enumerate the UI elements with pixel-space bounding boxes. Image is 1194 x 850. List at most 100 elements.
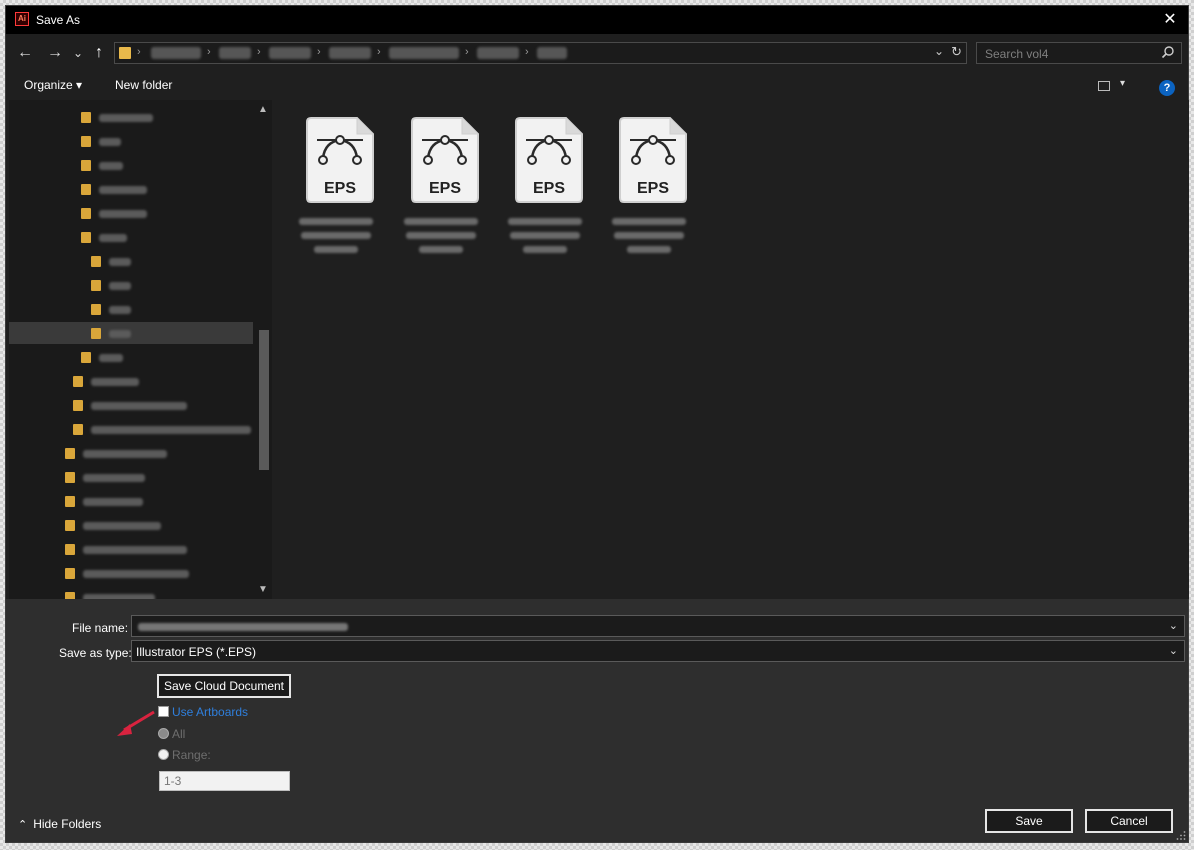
use-artboards-checkbox[interactable] [158,706,169,717]
folder-icon [81,136,91,147]
close-icon[interactable]: ✕ [1160,10,1180,30]
tree-item[interactable] [9,442,253,464]
tree-item[interactable] [9,586,253,599]
breadcrumb-separator-icon: › [465,46,469,58]
breadcrumb-item[interactable] [537,47,567,59]
chevron-down-icon[interactable]: ⌄ [1169,644,1178,657]
address-dropdown-icon[interactable]: ⌄ [934,44,944,58]
folder-icon [81,184,91,195]
tree-item[interactable] [9,106,253,128]
navigation-bar: ← → ⌄ ↑ › › › › › › › ⌄ ↻ Search vol4 [6,40,1188,66]
breadcrumb-separator-icon: › [377,46,381,58]
new-folder-button[interactable]: New folder [115,78,172,92]
view-dropdown-icon[interactable]: ▾ [1120,78,1125,89]
folder-icon [119,47,131,59]
file-type-label: EPS [428,180,461,197]
file-item[interactable]: EPS [396,110,486,260]
tree-item[interactable] [9,202,253,224]
breadcrumb-separator-icon: › [257,46,261,58]
all-radio-label: All [172,727,186,741]
folder-icon [65,520,75,531]
tree-item[interactable] [9,562,253,584]
save-button[interactable]: Save [985,809,1073,833]
tree-item-label [83,570,189,578]
tree-item-label [99,138,121,146]
scroll-down-icon[interactable]: ▼ [258,584,268,595]
folder-icon [65,496,75,507]
folder-icon [81,112,91,123]
folder-icon [91,328,101,339]
file-name-label: File name: [72,621,129,635]
breadcrumb-item[interactable] [389,47,459,59]
help-icon[interactable]: ? [1159,80,1175,96]
refresh-icon[interactable]: ↻ [951,44,962,60]
tree-item[interactable] [9,178,253,200]
search-placeholder: Search vol4 [985,47,1049,61]
range-radio[interactable] [158,749,169,760]
tree-item[interactable] [9,226,253,248]
range-input[interactable]: 1-3 [159,771,290,791]
cancel-button[interactable]: Cancel [1085,809,1173,833]
up-arrow-icon[interactable]: ↑ [89,43,109,63]
tree-item[interactable] [9,298,253,320]
tree-item[interactable] [9,418,253,440]
tree-item[interactable] [9,250,253,272]
file-item[interactable]: EPS [291,110,381,260]
recent-locations-chevron-icon[interactable]: ⌄ [68,43,88,63]
folder-icon [65,568,75,579]
use-artboards-label[interactable]: Use Artboards [172,705,248,719]
save-as-dialog: Ai Save As ✕ ← → ⌄ ↑ › › › › › › › ⌄ ↻ S… [5,5,1189,843]
tree-item[interactable] [9,130,253,152]
resize-grip-icon[interactable] [1176,830,1186,840]
scroll-up-icon[interactable]: ▲ [258,104,268,115]
folder-icon [65,448,75,459]
search-input[interactable]: Search vol4 [976,42,1182,64]
file-item[interactable]: EPS [500,110,590,260]
folder-icon [73,424,83,435]
back-arrow-icon[interactable]: ← [15,43,35,63]
organize-button[interactable]: Organize ▾ [24,78,82,92]
red-arrow-annotation-icon [117,710,155,736]
hide-folders-toggle[interactable]: ⌃ Hide Folders [18,817,101,831]
breadcrumb-item[interactable] [477,47,519,59]
tree-scrollbar[interactable]: ▲ ▼ [255,100,272,599]
breadcrumb-item[interactable] [151,47,201,59]
breadcrumb-item[interactable] [329,47,371,59]
tree-item-selected[interactable] [9,322,253,344]
file-name-input[interactable]: ⌄ [131,615,1185,637]
forward-arrow-icon[interactable]: → [45,43,65,63]
all-radio[interactable] [158,728,169,739]
folder-icon [81,208,91,219]
range-radio-label: Range: [172,748,211,762]
breadcrumb-item[interactable] [219,47,251,59]
tree-item[interactable] [9,346,253,368]
folder-icon [73,400,83,411]
breadcrumb-separator-icon: › [525,46,529,58]
tree-item[interactable] [9,490,253,512]
save-cloud-document-button[interactable]: Save Cloud Document [157,674,291,698]
breadcrumb-item[interactable] [269,47,311,59]
tree-item[interactable] [9,154,253,176]
breadcrumb-separator-icon: › [317,46,321,58]
tree-item[interactable] [9,370,253,392]
tree-item[interactable] [9,514,253,536]
search-icon[interactable] [1161,45,1175,59]
file-name-blurred [608,218,690,260]
scrollbar-thumb[interactable] [259,330,269,470]
tree-item[interactable] [9,466,253,488]
tree-item[interactable] [9,274,253,296]
folder-icon [65,544,75,555]
tree-item[interactable] [9,538,253,560]
dialog-title: Save As [36,13,81,27]
file-type-label: EPS [636,180,669,197]
chevron-down-icon[interactable]: ⌄ [1169,619,1178,632]
folder-icon [91,280,101,291]
tree-item[interactable] [9,394,253,416]
file-type-label: EPS [532,180,565,197]
file-item[interactable]: EPS [604,110,694,260]
address-bar[interactable]: › › › › › › › ⌄ ↻ [114,42,967,64]
tree-item-label [99,162,123,170]
save-as-type-select[interactable]: Illustrator EPS (*.EPS) ⌄ [131,640,1185,662]
view-options-icon[interactable] [1098,81,1110,91]
tree-item-label [83,450,167,458]
